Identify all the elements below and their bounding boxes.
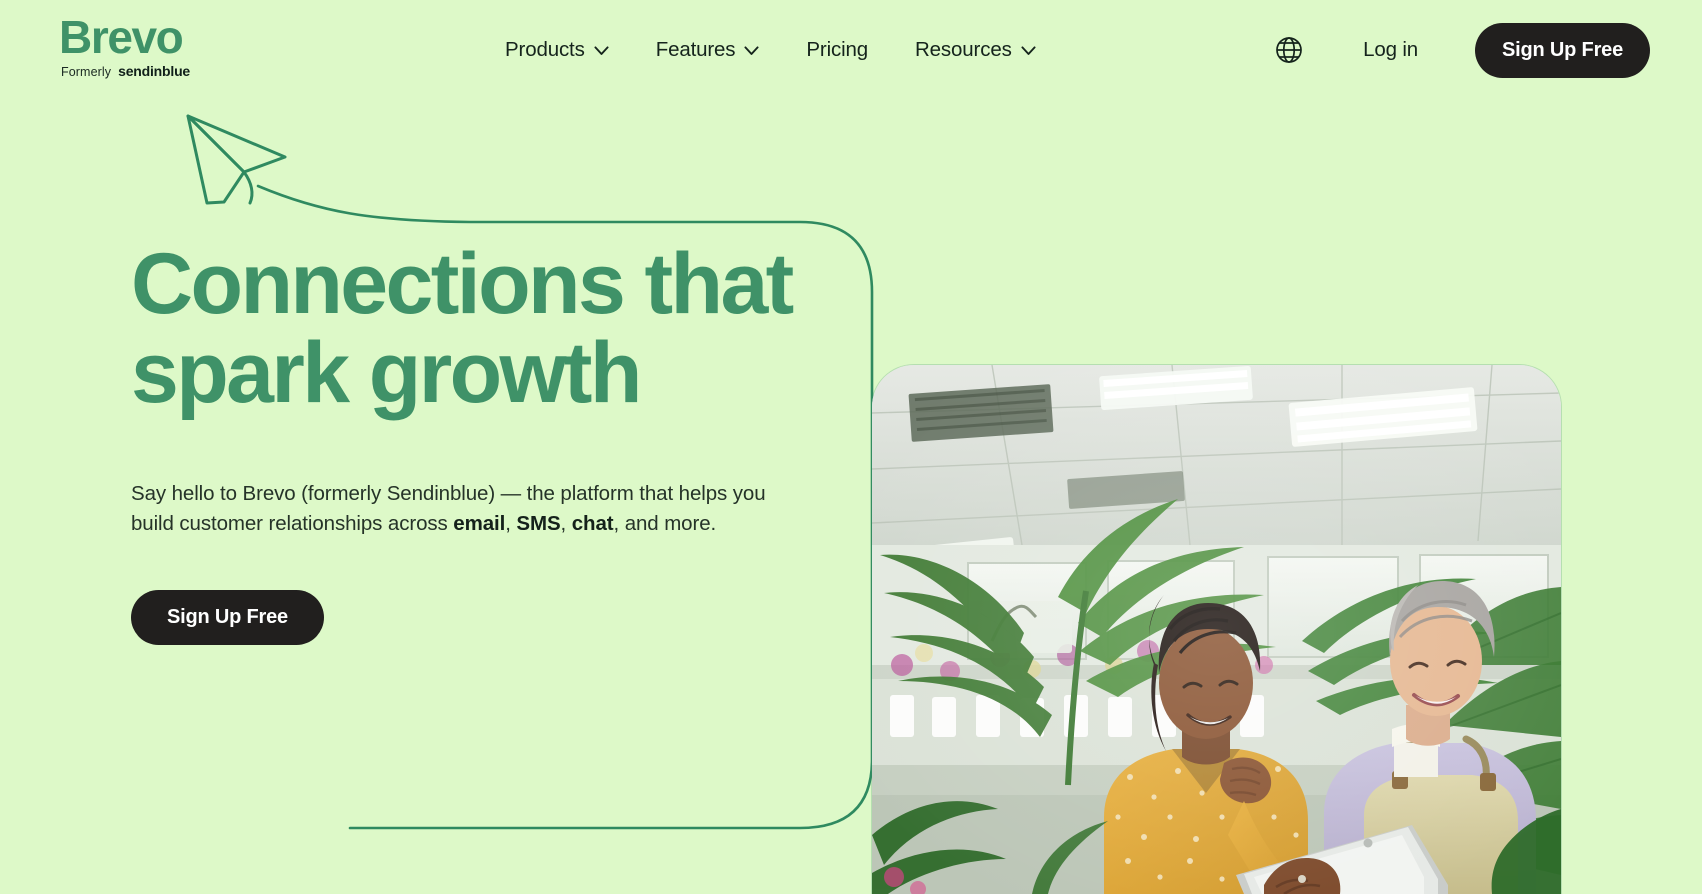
landing-page: Brevo Formerly sendinblue Products Featu… [0, 0, 1702, 894]
chevron-down-icon [1021, 45, 1036, 55]
logo-formerly-label: Formerly [61, 64, 112, 79]
page-title: Connections that spark growth [131, 236, 794, 421]
login-link[interactable]: Log in [1363, 38, 1418, 62]
nav-label-pricing: Pricing [806, 38, 869, 61]
paper-plane-icon [186, 114, 287, 205]
hero-signup-free-button[interactable]: Sign Up Free [131, 590, 324, 645]
nav-item-features[interactable]: Features [656, 30, 760, 70]
hero-section: Connections that spark growth Say hello … [131, 240, 851, 645]
globe-icon[interactable] [1272, 33, 1306, 67]
logo-former-name: sendinblue [118, 62, 191, 79]
signup-free-button[interactable]: Sign Up Free [1475, 22, 1650, 78]
primary-navigation: Products Features Pricing Resources [505, 0, 1036, 100]
brevo-logo[interactable]: Brevo Formerly sendinblue [59, 14, 190, 78]
nav-item-pricing[interactable]: Pricing [806, 30, 868, 70]
logo-tagline: Formerly sendinblue [61, 64, 190, 79]
nav-label-products: Products [505, 38, 585, 61]
logo-wordmark: Brevo [59, 11, 184, 63]
hero-photo [872, 365, 1561, 894]
nav-item-products[interactable]: Products [505, 30, 609, 70]
nav-label-resources: Resources [915, 38, 1012, 61]
chevron-down-icon [744, 45, 759, 55]
header-actions: Log in Sign Up Free [1272, 0, 1650, 100]
nav-label-features: Features [655, 38, 736, 61]
chevron-down-icon [594, 45, 609, 55]
nav-item-resources[interactable]: Resources [915, 30, 1036, 70]
hero-description: Say hello to Brevo (formerly Sendinblue)… [131, 482, 766, 535]
site-header: Brevo Formerly sendinblue Products Featu… [0, 0, 1702, 100]
